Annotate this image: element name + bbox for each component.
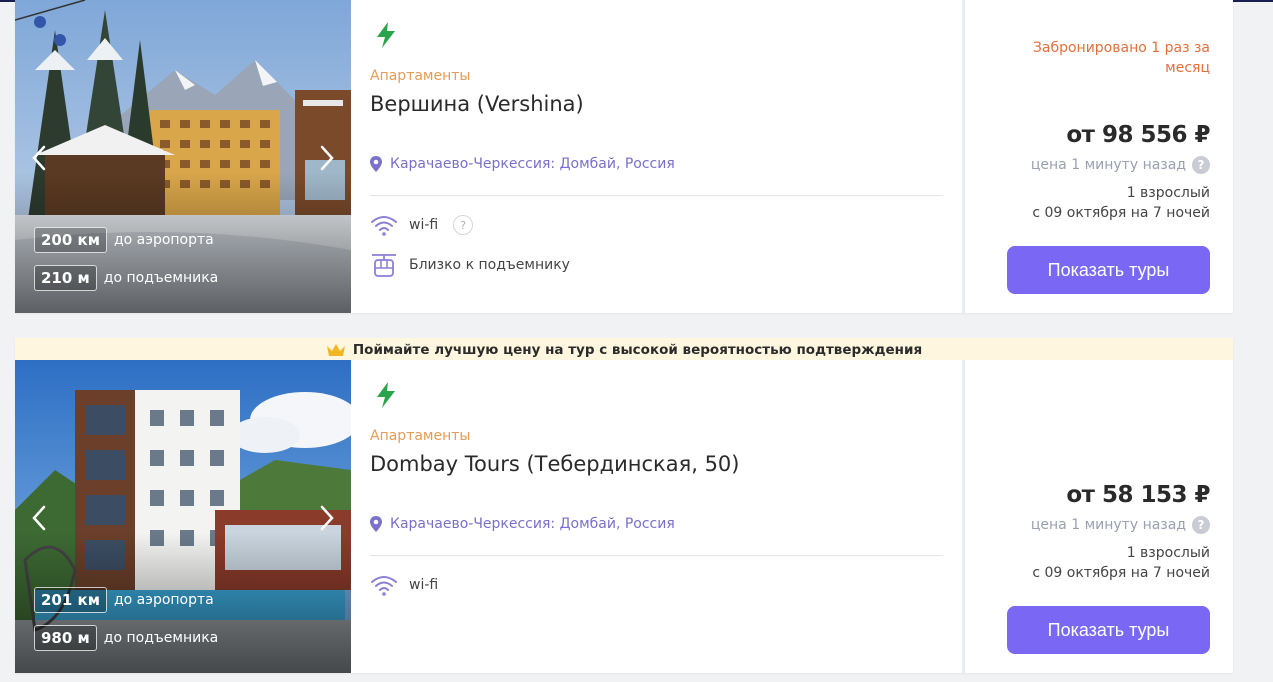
hotel-location[interactable]: Карачаево-Черкессия: Домбай, Россия xyxy=(370,516,675,532)
price-updated: цена 1 минуту назад ? xyxy=(1031,516,1210,534)
hotel-name[interactable]: Вершина (Vershina) xyxy=(370,92,584,116)
show-tours-button[interactable]: Показать туры xyxy=(1007,606,1210,654)
airport-distance-label: до аэропорта xyxy=(113,232,214,248)
airport-distance-value: 200 км xyxy=(34,227,107,253)
lift-distance: 210 м до подъемника xyxy=(34,265,218,291)
chevron-left-icon[interactable] xyxy=(29,143,49,173)
price-column: Забронировано 1 раз за месяц от 98 556 ₽… xyxy=(965,0,1233,313)
hotel-card: 200 км до аэропорта 210 м до подъемника … xyxy=(15,0,1233,313)
price-column: от 58 153 ₽ цена 1 минуту назад ? 1 взро… xyxy=(965,360,1233,673)
hotel-info: Апартаменты Вершина (Vershina) Карачаево… xyxy=(370,0,943,313)
price-updated: цена 1 минуту назад ? xyxy=(1031,156,1210,174)
guests-info: 1 взрослый с 09 октября на 7 ночей xyxy=(990,543,1210,583)
chevron-right-icon[interactable] xyxy=(317,143,337,173)
feature-wifi-label: wi-fi xyxy=(409,217,439,233)
price: от 98 556 ₽ xyxy=(1066,122,1210,148)
hotel-location-text: Карачаево-Черкессия: Домбай, Россия xyxy=(390,156,675,172)
help-icon[interactable]: ? xyxy=(1192,156,1210,174)
hotel-location[interactable]: Карачаево-Черкессия: Домбай, Россия xyxy=(370,156,675,172)
divider xyxy=(370,195,943,196)
travel-dates: с 09 октября на 7 ночей xyxy=(1032,565,1210,581)
feature-wifi-label: wi-fi xyxy=(409,577,439,593)
lift-distance-value: 210 м xyxy=(34,265,97,291)
hotel-card: Поймайте лучшую цену на тур с высокой ве… xyxy=(15,338,1233,673)
hotel-location-text: Карачаево-Черкессия: Домбай, Россия xyxy=(390,516,675,532)
feature-wifi: wi-fi ? xyxy=(370,212,474,238)
wifi-icon xyxy=(371,576,397,596)
hotel-type: Апартаменты xyxy=(370,428,471,444)
lightning-icon xyxy=(377,382,395,408)
lift-distance-label: до подъемника xyxy=(103,270,219,286)
travel-dates: с 09 октября на 7 ночей xyxy=(1032,205,1210,221)
lightning-icon xyxy=(377,22,395,48)
feature-wifi: wi-fi xyxy=(370,572,438,598)
location-pin-icon xyxy=(370,516,382,532)
price: от 58 153 ₽ xyxy=(1066,482,1210,508)
lift-distance: 980 м до подъемника xyxy=(34,625,218,651)
location-pin-icon xyxy=(370,156,382,172)
help-icon[interactable]: ? xyxy=(453,215,474,235)
help-icon[interactable]: ? xyxy=(1192,516,1210,534)
cable-car-icon xyxy=(372,254,396,277)
crown-icon xyxy=(326,343,345,356)
airport-distance: 200 км до аэропорта xyxy=(34,227,214,253)
promo-banner: Поймайте лучшую цену на тур с высокой ве… xyxy=(15,338,1233,361)
lift-distance-value: 980 м xyxy=(34,625,97,651)
airport-distance: 201 км до аэропорта xyxy=(34,587,214,613)
hotel-photo[interactable]: 201 км до аэропорта 980 м до подъемника xyxy=(15,360,351,673)
hotel-type: Апартаменты xyxy=(370,68,471,84)
chevron-right-icon[interactable] xyxy=(317,503,337,533)
hotel-card-row: 201 км до аэропорта 980 м до подъемника … xyxy=(15,360,1233,673)
divider xyxy=(370,555,943,556)
hotel-info: Апартаменты Dombay Tours (Тебердинская, … xyxy=(370,360,943,673)
airport-distance-value: 201 км xyxy=(34,587,107,613)
guests-info: 1 взрослый с 09 октября на 7 ночей xyxy=(990,183,1210,223)
airport-distance-label: до аэропорта xyxy=(113,592,214,608)
chevron-left-icon[interactable] xyxy=(29,503,49,533)
hotel-name[interactable]: Dombay Tours (Тебердинская, 50) xyxy=(370,452,739,476)
promo-banner-text: Поймайте лучшую цену на тур с высокой ве… xyxy=(352,341,923,358)
hotel-card-row: 200 км до аэропорта 210 м до подъемника … xyxy=(15,0,1233,313)
wifi-icon xyxy=(371,216,397,236)
price-updated-text: цена 1 минуту назад xyxy=(1030,517,1186,533)
lift-distance-label: до подъемника xyxy=(103,630,219,646)
feature-lift-label: Близко к подъемнику xyxy=(409,257,570,273)
booking-stat: Забронировано 1 раз за месяц xyxy=(1032,40,1210,76)
price-updated-text: цена 1 минуту назад xyxy=(1030,157,1186,173)
hotel-photo[interactable]: 200 км до аэропорта 210 м до подъемника xyxy=(15,0,351,313)
guests-count: 1 взрослый xyxy=(1126,185,1210,201)
show-tours-button[interactable]: Показать туры xyxy=(1007,246,1210,294)
feature-lift: Близко к подъемнику xyxy=(370,252,570,278)
guests-count: 1 взрослый xyxy=(1126,545,1210,561)
